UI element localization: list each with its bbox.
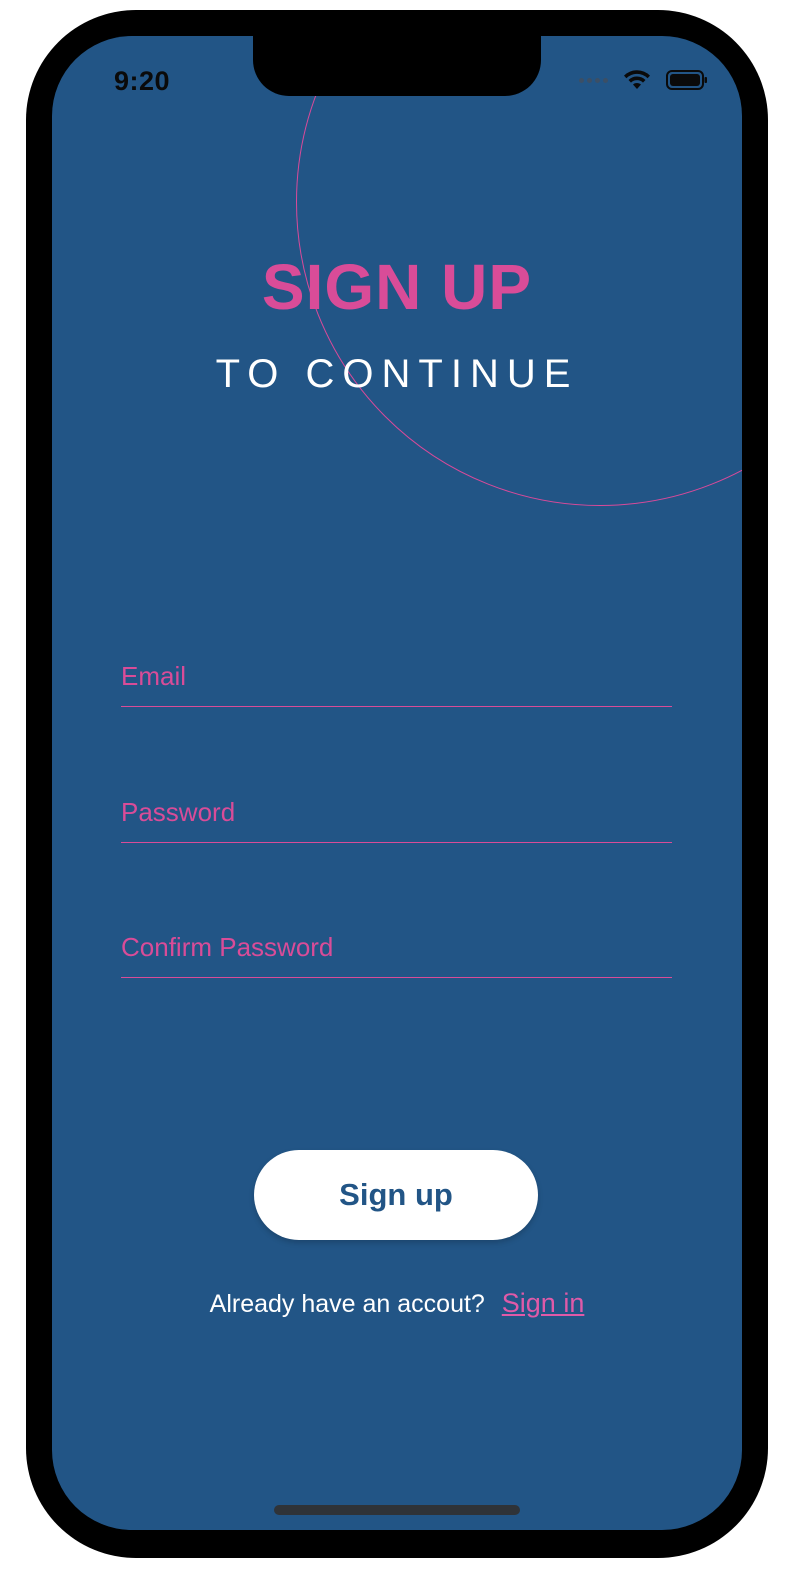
- device-notch: [253, 36, 541, 96]
- email-input[interactable]: [121, 661, 672, 692]
- confirm-password-input[interactable]: [121, 932, 672, 963]
- signin-prompt: Already have an accout?: [209, 1290, 485, 1318]
- signup-button[interactable]: Sign up: [254, 1150, 538, 1240]
- wifi-icon: [624, 70, 650, 89]
- signal-icon: [579, 77, 608, 83]
- home-indicator[interactable]: [274, 1505, 520, 1515]
- email-field[interactable]: [121, 642, 672, 707]
- page-subtitle: TO CONTINUE: [215, 352, 579, 396]
- page-title: SIGN UP: [261, 251, 533, 323]
- status-time: 9:20: [114, 66, 171, 96]
- app-screen: 9:20 SIGN UP TO CONTINUE Sign up Already…: [52, 36, 742, 1530]
- password-input[interactable]: [121, 797, 672, 828]
- confirm-password-field[interactable]: [121, 913, 672, 978]
- signin-row: Already have an accout? Sign in: [52, 1288, 742, 1319]
- battery-icon: [666, 70, 707, 90]
- signin-link[interactable]: Sign in: [502, 1288, 585, 1318]
- password-field[interactable]: [121, 778, 672, 843]
- status-icons: [579, 68, 708, 92]
